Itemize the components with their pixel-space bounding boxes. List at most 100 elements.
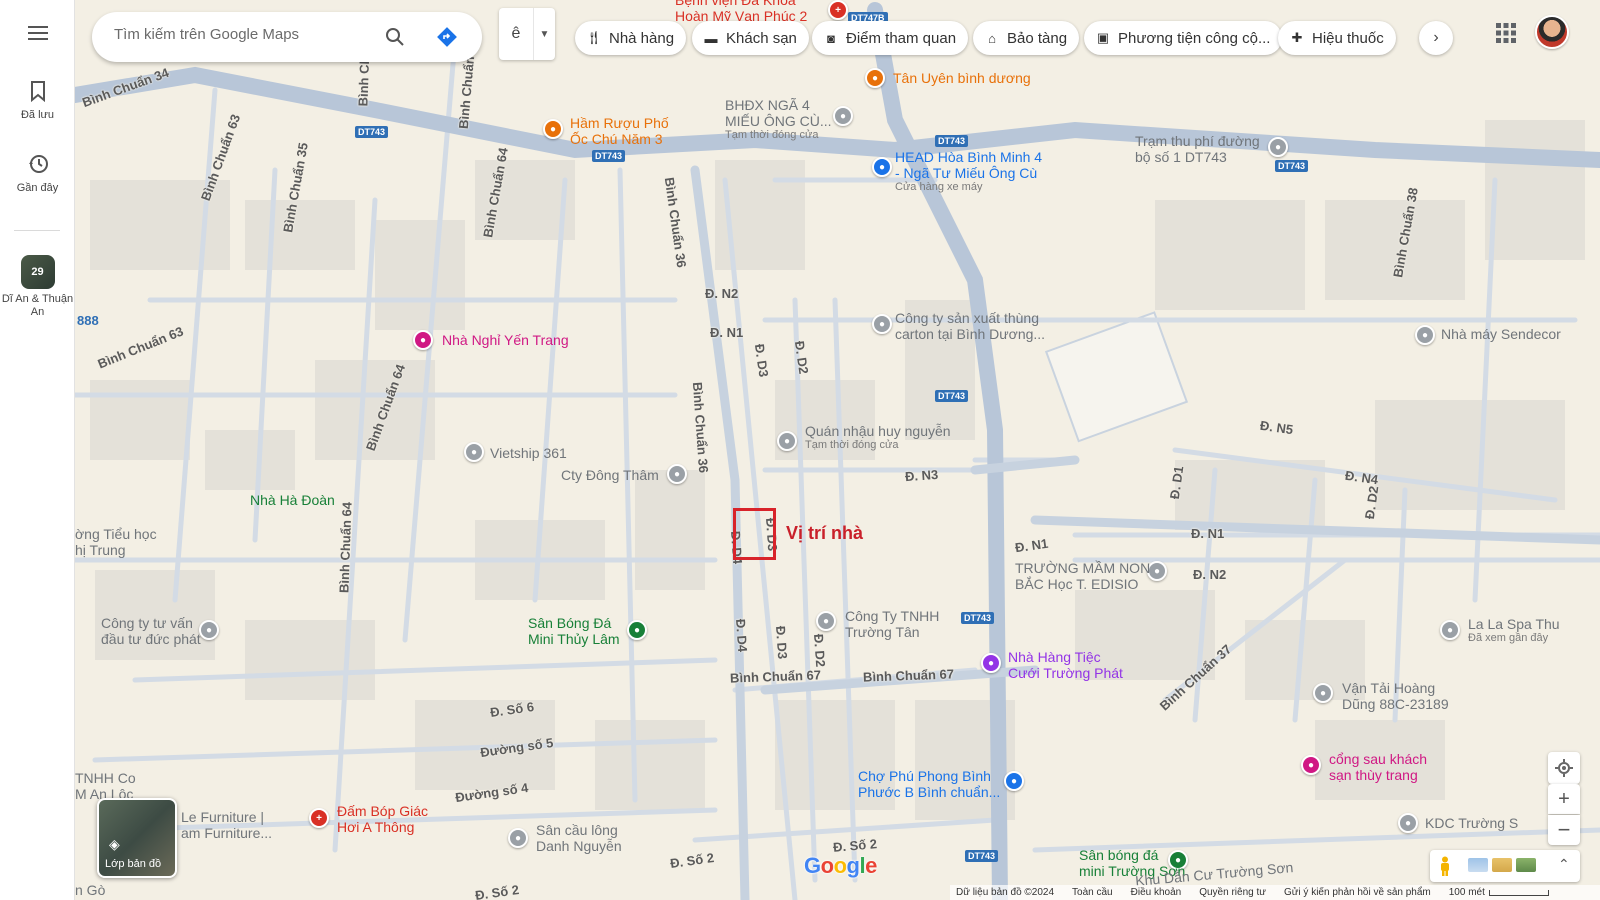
- expand-up-icon[interactable]: ⌃: [1558, 856, 1570, 873]
- place-label[interactable]: Công Ty TNHH Trường Tân: [845, 608, 939, 640]
- recent-button[interactable]: Gần đây: [0, 153, 75, 195]
- spa-pin-icon[interactable]: ●: [1440, 620, 1460, 640]
- privacy-link[interactable]: Quyền riêng tư: [1199, 887, 1266, 898]
- region-shortcut[interactable]: 29 Dĩ An & Thuận An: [0, 255, 75, 319]
- place-label[interactable]: Nhà máy Sendecor: [1441, 326, 1561, 342]
- place-label[interactable]: Vận Tải Hoàng Dũng 88C-23189: [1342, 680, 1449, 712]
- place-pin-icon[interactable]: ●: [464, 442, 484, 462]
- bookmark-icon: [30, 81, 45, 103]
- road-label: Đ. D4: [732, 618, 751, 653]
- place-label[interactable]: La La Spa Thu Đã xem gần đây: [1468, 616, 1560, 644]
- office-pin-icon[interactable]: ●: [816, 611, 836, 631]
- pegman-icon[interactable]: [1438, 856, 1452, 876]
- place-label[interactable]: n Gò: [75, 882, 105, 898]
- place-label[interactable]: Hầm Rượu Phố Ốc Chú Năm 3: [570, 115, 669, 147]
- place-pin-icon[interactable]: ●: [872, 314, 892, 334]
- scale-label: 100 mét: [1448, 887, 1485, 898]
- chip-museums[interactable]: ⌂ Bảo tàng: [973, 21, 1080, 55]
- restaurant-pin-icon[interactable]: ●: [543, 119, 563, 139]
- shop-pin-icon[interactable]: ●: [833, 106, 853, 126]
- highway-shield: DT743: [961, 612, 995, 624]
- place-label[interactable]: Công ty sản xuất thùng carton tại Bình Dư…: [895, 310, 1045, 342]
- massage-pin-icon[interactable]: +: [309, 808, 329, 828]
- hotel-pin-icon[interactable]: ●: [1301, 755, 1321, 775]
- directions-button[interactable]: [434, 24, 460, 50]
- place-label[interactable]: KDC Trường S: [1425, 815, 1518, 831]
- place-label[interactable]: Nhà Hàng Tiệc Cưới Trường Phát: [1008, 649, 1123, 681]
- road-label: Đ. D3: [772, 625, 791, 660]
- rail-divider: [14, 230, 60, 231]
- place-pin-icon[interactable]: ●: [1313, 683, 1333, 703]
- bar-pin-icon[interactable]: ●: [777, 431, 797, 451]
- place-pin-icon[interactable]: ●: [508, 828, 528, 848]
- region-thumbnail: 29: [20, 255, 55, 289]
- place-label[interactable]: Nhà Nghỉ Yến Trang: [442, 332, 569, 348]
- hotel-pin-icon[interactable]: ●: [413, 330, 433, 350]
- terms-link[interactable]: Điều khoản: [1131, 887, 1182, 898]
- shopping-bag-pin-icon[interactable]: ●: [872, 157, 892, 177]
- road-label: Đ. N1: [1191, 526, 1225, 541]
- feedback-link[interactable]: Gửi ý kiến phản hồi về sản phẩm: [1284, 887, 1431, 898]
- place-label[interactable]: Le Furniture | am Furniture...: [181, 809, 272, 841]
- house-location-label: Vị trí nhà: [786, 523, 864, 543]
- saved-label: Đã lưu: [20, 109, 55, 121]
- satellite-tile-icon[interactable]: [1516, 858, 1536, 872]
- zoom-out-button[interactable]: −: [1548, 815, 1580, 845]
- place-pin-icon[interactable]: ●: [1268, 137, 1288, 157]
- event-venue-pin-icon[interactable]: ●: [981, 653, 1001, 673]
- global-link[interactable]: Toàn cầu: [1072, 887, 1113, 898]
- place-label[interactable]: Sân Bóng Đá Mini Thủy Lâm: [528, 615, 620, 647]
- highway-shield: DT743: [1275, 160, 1309, 172]
- input-language-button[interactable]: ê: [499, 8, 533, 60]
- fork-knife-icon: 🍴︎: [585, 30, 603, 45]
- chip-hotels[interactable]: ▬ Khách sạn: [692, 21, 809, 55]
- place-label[interactable]: Trạm thu phí đường bộ số 1 DT743: [1135, 133, 1260, 165]
- google-logo-letter: G: [804, 853, 821, 878]
- chip-pharmacies[interactable]: ✚ Hiệu thuốc: [1278, 21, 1396, 55]
- restaurant-pin-icon[interactable]: ●: [865, 68, 885, 88]
- place-pin-icon[interactable]: ●: [199, 620, 219, 640]
- place-label[interactable]: Sân cầu lông Danh Nguyễn: [536, 822, 622, 854]
- hospital-pin-icon[interactable]: +: [828, 0, 848, 20]
- place-label[interactable]: ờng Tiểu học hị Trung: [75, 526, 157, 558]
- scale-control[interactable]: 100 mét: [1449, 887, 1549, 898]
- apps-button[interactable]: [1494, 21, 1518, 45]
- account-avatar[interactable]: [1535, 15, 1569, 49]
- chip-transit[interactable]: ▣ Phương tiện công cộ...: [1084, 21, 1283, 55]
- road-label: Bình Chuẩn 67: [862, 666, 955, 685]
- traffic-tile-icon[interactable]: [1492, 858, 1512, 872]
- chip-restaurants[interactable]: 🍴︎ Nhà hàng: [575, 21, 687, 55]
- place-label[interactable]: BHĐX NGÃ 4 MIẾU ÔNG CÙ... Tạm thời đóng cử…: [725, 97, 832, 141]
- museum-icon: ⌂: [988, 30, 996, 46]
- chip-attractions[interactable]: ◙ Điểm tham quan: [812, 21, 969, 55]
- place-label[interactable]: HEAD Hòa Bình Minh 4- Ngã Tư Miếu Ông Cù…: [895, 149, 1042, 193]
- place-pin-icon[interactable]: ●: [1415, 325, 1435, 345]
- place-pin-icon[interactable]: ●: [1398, 813, 1418, 833]
- map-canvas[interactable]: DT743 DT743 DT743 DT743 DT743 DT743 DT74…: [75, 0, 1600, 900]
- zoom-in-button[interactable]: +: [1548, 784, 1580, 814]
- place-label[interactable]: Nhà Hà Đoàn: [250, 492, 335, 508]
- chips-next-button[interactable]: ›: [1419, 21, 1453, 55]
- sports-pin-icon[interactable]: ●: [627, 620, 647, 640]
- region-label: Dĩ An & Thuận An: [1, 293, 74, 318]
- search-button[interactable]: [382, 24, 408, 50]
- place-label[interactable]: TRƯỜNG MẦM NON BẮC Học T. EDISIO: [1015, 560, 1150, 592]
- my-location-button[interactable]: [1548, 752, 1580, 784]
- input-tools: ê ▼: [499, 8, 555, 60]
- place-label[interactable]: Công ty tư vấn đầu tư đức phát: [101, 615, 201, 647]
- place-label[interactable]: Chợ Phú Phong Bình Phước B Bình chuẩn...: [858, 768, 1000, 800]
- place-label[interactable]: cổng sau khách sạn thùy trang: [1329, 751, 1427, 783]
- place-label[interactable]: Cty Đông Thâm: [561, 467, 659, 483]
- place-label[interactable]: Tân Uyên bình dương: [893, 70, 1031, 86]
- place-label[interactable]: Đấm Bóp Giác Hơi A Thông: [337, 803, 428, 835]
- place-label[interactable]: Quán nhậu huy nguyễn Tạm thời đóng cửa: [805, 423, 951, 451]
- terrain-tile-icon[interactable]: [1468, 858, 1488, 872]
- search-input[interactable]: [114, 26, 374, 43]
- layers-button[interactable]: ◈ Lớp bản đồ: [97, 798, 177, 878]
- place-pin-icon[interactable]: ●: [667, 464, 687, 484]
- saved-button[interactable]: Đã lưu: [0, 80, 75, 122]
- input-tools-dropdown[interactable]: ▼: [533, 8, 555, 60]
- market-pin-icon[interactable]: ●: [1004, 771, 1024, 791]
- menu-button[interactable]: [0, 24, 75, 45]
- place-label[interactable]: Vietship 361: [490, 445, 567, 461]
